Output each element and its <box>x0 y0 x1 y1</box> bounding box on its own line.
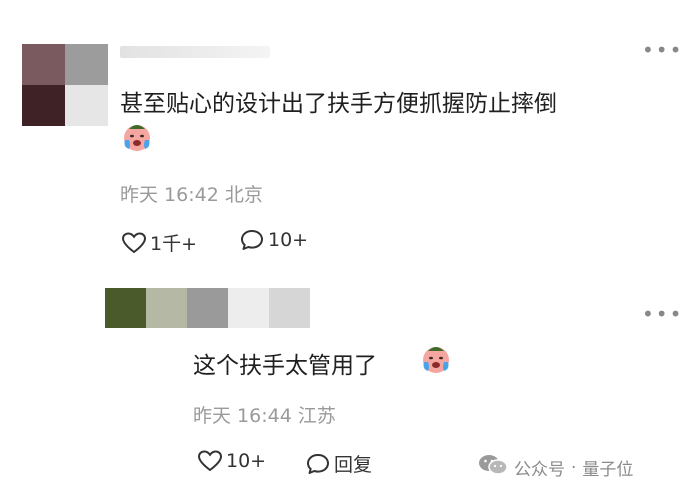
reply-label: 回复 <box>334 454 373 476</box>
more-options-icon[interactable]: ••• <box>642 40 683 60</box>
reply-count: 10+ <box>268 229 309 251</box>
reply-text: 这个扶手太管用了 <box>193 346 377 380</box>
reply-button[interactable]: 10+ <box>240 229 308 251</box>
watermark: 公众号 · 量子位 <box>478 453 633 482</box>
comment-meta: 昨天 16:42 北京 <box>120 180 263 207</box>
reply-avatar-pixelated[interactable] <box>105 288 310 328</box>
comment-bubble-icon <box>240 229 264 251</box>
heart-icon <box>198 450 222 472</box>
reply-reply-button[interactable]: 回复 <box>306 450 372 477</box>
reply-meta: 昨天 16:44 江苏 <box>193 401 336 428</box>
reply-crying-face-emoji-icon <box>420 343 452 375</box>
watermark-dot: · <box>571 457 577 478</box>
wechat-icon <box>478 453 508 482</box>
crying-face-emoji-icon <box>121 121 153 153</box>
comment-text: 甚至贴心的设计出了扶手方便抓握防止摔倒 <box>120 84 557 118</box>
comment-bubble-icon <box>306 453 330 475</box>
reply-like-button[interactable]: 10+ <box>198 450 266 472</box>
like-button[interactable]: 1千+ <box>122 229 197 256</box>
comment-time: 昨天 16:42 <box>120 184 219 206</box>
heart-icon <box>122 231 146 254</box>
reply-text-body: 这个扶手太管用了 <box>193 353 377 379</box>
watermark-channel: 公众号 <box>514 460 565 480</box>
watermark-account: 量子位 <box>582 460 634 480</box>
comment-text-body: 甚至贴心的设计出了扶手方便抓握防止摔倒 <box>120 91 557 117</box>
reply-time: 昨天 16:44 <box>193 405 292 427</box>
reply-location: 江苏 <box>297 405 336 427</box>
reply-like-count: 10+ <box>226 450 267 472</box>
like-count: 1千+ <box>150 233 198 255</box>
username-redacted[interactable] <box>120 46 270 58</box>
avatar-pixelated[interactable] <box>22 44 108 126</box>
reply-more-options-icon[interactable]: ••• <box>642 304 683 324</box>
comment-location: 北京 <box>224 184 263 206</box>
